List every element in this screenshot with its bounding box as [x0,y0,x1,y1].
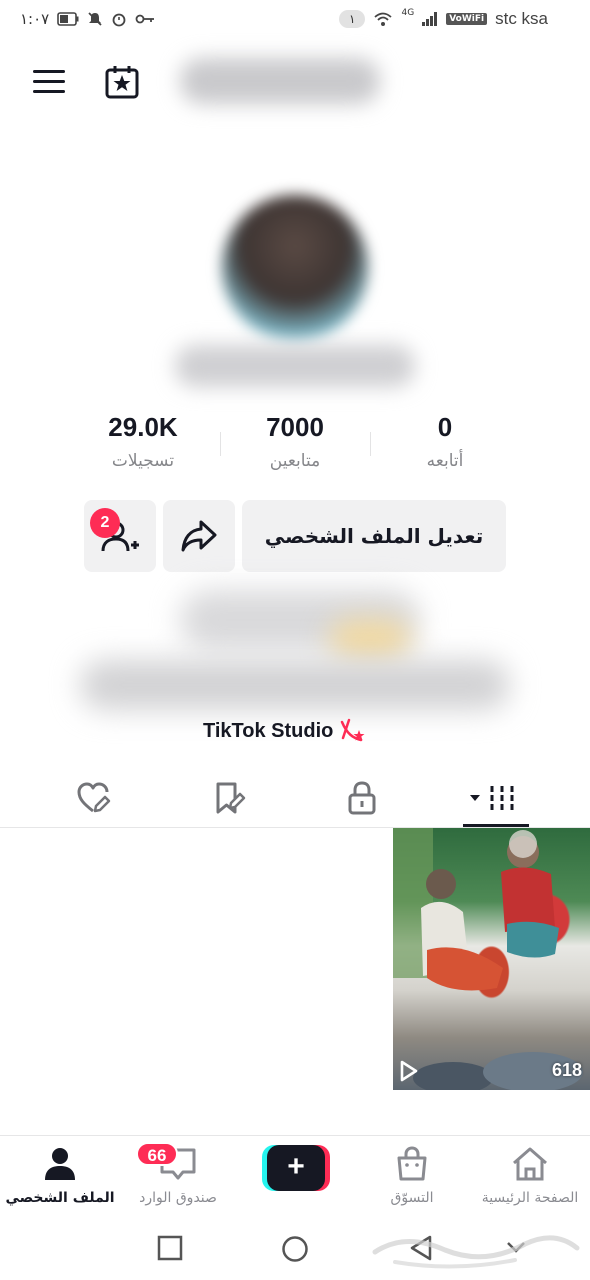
tab-favorites[interactable] [200,778,260,818]
stat-divider [220,432,221,456]
key-icon [135,14,155,24]
mute-icon [88,12,102,26]
tab-liked[interactable] [64,778,124,818]
scene-figures [393,828,583,1090]
grid-icon [470,786,514,810]
watermark-logo [372,1235,580,1269]
status-time: ١:٠٧ [20,10,50,28]
video-thumbnail[interactable]: 618 [393,828,590,1090]
video-view-count: 618 [551,1060,582,1080]
tiktok-studio-link[interactable]: TikTok Studio [203,716,403,746]
nav-profile[interactable]: الملف الشخصي [4,1146,116,1206]
share-icon [181,520,217,552]
studio-sparkle-icon [341,718,365,742]
tiktok-studio-label: TikTok Studio [203,719,334,742]
active-tab-indicator [463,824,529,827]
stat-divider [370,432,371,456]
tab-videos[interactable] [466,778,526,818]
nav-shop[interactable]: التسوّق [372,1146,452,1206]
friend-requests-badge: 2 [90,508,120,538]
wifi-icon [374,12,393,26]
likes-count: 29.0K [108,412,178,442]
following-count: 0 [437,412,453,442]
home-system-button[interactable] [281,1235,309,1263]
recents-button[interactable] [157,1235,183,1261]
status-bar: ١:٠٧ ١ 4G VoWiFi stc ksa [0,0,590,40]
tab-private[interactable] [332,778,392,818]
avatar[interactable] [222,195,368,341]
create-button[interactable]: + [262,1145,330,1191]
play-icon [400,1060,418,1082]
blurred-handle [175,345,415,387]
home-icon [513,1147,547,1181]
blurred-bio [80,660,510,710]
nav-home-label: الصفحة الرئيسية [481,1190,579,1206]
edit-profile-button[interactable]: تعديل الملف الشخصي [242,500,506,572]
menu-button[interactable] [33,68,65,96]
calendar-star-icon [105,66,139,99]
inbox-badge: 66 [136,1142,178,1166]
likes-stat[interactable]: 29.0K تسجيلات [68,412,218,471]
status-left: ١:٠٧ [20,10,155,28]
battery-icon [57,12,79,26]
vowifi-badge: VoWiFi [446,13,488,25]
plus-icon: + [267,1145,325,1191]
following-label: أتابعه [426,451,464,471]
status-right: ١ 4G VoWiFi stc ksa [339,8,548,29]
carrier-name: stc ksa [495,9,548,28]
blurred-bio [330,620,410,660]
network-type: 4G [401,8,415,18]
blurred-username [180,58,380,104]
followers-label: متابعين [269,451,321,471]
bookmark-icon [216,782,246,814]
nav-inbox-label: صندوق الوارد [139,1190,217,1206]
followers-count: 7000 [266,412,324,442]
following-stat[interactable]: 0 أتابعه [370,412,520,471]
followers-stat[interactable]: 7000 متابعين [220,412,370,471]
likes-label: تسجيلات [111,451,175,471]
nav-shop-label: التسوّق [390,1190,434,1206]
profile-icon [45,1148,75,1180]
signal-icon [422,12,438,26]
lock-icon [348,781,376,815]
nav-home[interactable]: الصفحة الرئيسية [468,1146,590,1206]
calendar-star-button[interactable] [104,64,140,100]
notification-count: ١ [339,10,366,28]
liked-icon [77,782,111,813]
content-tabs [0,770,590,828]
share-profile-button[interactable] [163,500,235,572]
shopping-bag-icon [397,1146,427,1181]
alarm-icon [112,13,126,27]
nav-profile-label: الملف الشخصي [5,1190,115,1206]
